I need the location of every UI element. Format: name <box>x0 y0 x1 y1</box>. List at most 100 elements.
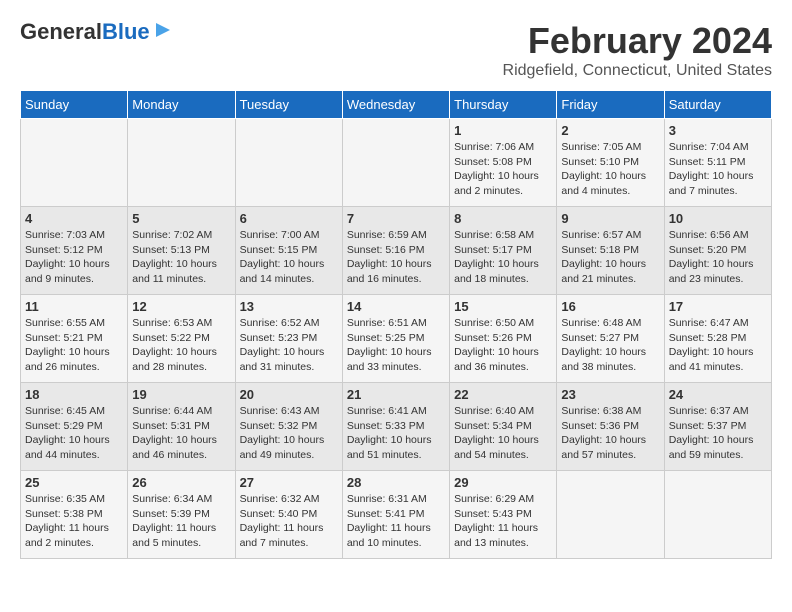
calendar-cell: 1 Sunrise: 7:06 AMSunset: 5:08 PMDaylight… <box>450 119 557 207</box>
calendar-cell: 21Sunrise: 6:41 AMSunset: 5:33 PMDayligh… <box>342 383 449 471</box>
day-info: Sunrise: 6:44 AMSunset: 5:31 PMDaylight:… <box>132 404 230 463</box>
day-info: Sunrise: 6:43 AMSunset: 5:32 PMDaylight:… <box>240 404 338 463</box>
day-info: Sunrise: 6:59 AMSunset: 5:16 PMDaylight:… <box>347 228 445 287</box>
calendar-cell: 29Sunrise: 6:29 AMSunset: 5:43 PMDayligh… <box>450 471 557 559</box>
header-cell-sunday: Sunday <box>21 91 128 119</box>
day-number: 10 <box>669 211 767 226</box>
day-number: 18 <box>25 387 123 402</box>
day-number: 7 <box>347 211 445 226</box>
calendar-cell: 23Sunrise: 6:38 AMSunset: 5:36 PMDayligh… <box>557 383 664 471</box>
day-info: Sunrise: 7:05 AMSunset: 5:10 PMDaylight:… <box>561 140 659 199</box>
day-info: Sunrise: 6:34 AMSunset: 5:39 PMDaylight:… <box>132 492 230 551</box>
calendar-cell <box>235 119 342 207</box>
day-info: Sunrise: 6:48 AMSunset: 5:27 PMDaylight:… <box>561 316 659 375</box>
calendar-table: SundayMondayTuesdayWednesdayThursdayFrid… <box>20 90 772 559</box>
month-title: February 2024 <box>503 20 772 62</box>
calendar-cell: 19 Sunrise: 6:44 AMSunset: 5:31 PMDayligh… <box>128 383 235 471</box>
title-block: February 2024 Ridgefield, Connecticut, U… <box>503 20 772 80</box>
day-number: 4 <box>25 211 123 226</box>
day-number: 12 <box>132 299 230 314</box>
day-number: 5 <box>132 211 230 226</box>
calendar-cell: 5 Sunrise: 7:02 AMSunset: 5:13 PMDaylight… <box>128 207 235 295</box>
day-info: Sunrise: 7:04 AMSunset: 5:11 PMDaylight:… <box>669 140 767 199</box>
calendar-cell <box>342 119 449 207</box>
day-number: 20 <box>240 387 338 402</box>
week-row-5: 25Sunrise: 6:35 AMSunset: 5:38 PMDayligh… <box>21 471 772 559</box>
calendar-cell: 11 Sunrise: 6:55 AMSunset: 5:21 PMDayligh… <box>21 295 128 383</box>
day-info: Sunrise: 6:35 AMSunset: 5:38 PMDaylight:… <box>25 492 123 551</box>
day-number: 17 <box>669 299 767 314</box>
calendar-cell <box>128 119 235 207</box>
calendar-cell: 4 Sunrise: 7:03 AMSunset: 5:12 PMDaylight… <box>21 207 128 295</box>
calendar-body: 1 Sunrise: 7:06 AMSunset: 5:08 PMDaylight… <box>21 119 772 559</box>
calendar-cell: 2 Sunrise: 7:05 AMSunset: 5:10 PMDaylight… <box>557 119 664 207</box>
day-number: 14 <box>347 299 445 314</box>
logo-arrow-icon <box>154 21 172 39</box>
calendar-cell: 9Sunrise: 6:57 AMSunset: 5:18 PMDaylight… <box>557 207 664 295</box>
logo-text: GeneralBlue <box>20 20 150 44</box>
day-number: 1 <box>454 123 552 138</box>
day-info: Sunrise: 6:32 AMSunset: 5:40 PMDaylight:… <box>240 492 338 551</box>
day-number: 19 <box>132 387 230 402</box>
day-info: Sunrise: 6:37 AMSunset: 5:37 PMDaylight:… <box>669 404 767 463</box>
day-number: 3 <box>669 123 767 138</box>
day-info: Sunrise: 6:29 AMSunset: 5:43 PMDaylight:… <box>454 492 552 551</box>
calendar-cell: 16 Sunrise: 6:48 AMSunset: 5:27 PMDayligh… <box>557 295 664 383</box>
day-number: 9 <box>561 211 659 226</box>
calendar-cell: 28 Sunrise: 6:31 AMSunset: 5:41 PMDayligh… <box>342 471 449 559</box>
week-row-4: 18 Sunrise: 6:45 AMSunset: 5:29 PMDayligh… <box>21 383 772 471</box>
calendar-cell: 3 Sunrise: 7:04 AMSunset: 5:11 PMDaylight… <box>664 119 771 207</box>
day-info: Sunrise: 6:58 AMSunset: 5:17 PMDaylight:… <box>454 228 552 287</box>
page-header: GeneralBlue February 2024 Ridgefield, Co… <box>20 20 772 80</box>
day-info: Sunrise: 7:00 AMSunset: 5:15 PMDaylight:… <box>240 228 338 287</box>
day-info: Sunrise: 6:53 AMSunset: 5:22 PMDaylight:… <box>132 316 230 375</box>
day-info: Sunrise: 6:45 AMSunset: 5:29 PMDaylight:… <box>25 404 123 463</box>
calendar-cell: 18 Sunrise: 6:45 AMSunset: 5:29 PMDayligh… <box>21 383 128 471</box>
header-cell-monday: Monday <box>128 91 235 119</box>
day-info: Sunrise: 6:50 AMSunset: 5:26 PMDaylight:… <box>454 316 552 375</box>
calendar-cell: 24 Sunrise: 6:37 AMSunset: 5:37 PMDayligh… <box>664 383 771 471</box>
day-info: Sunrise: 6:52 AMSunset: 5:23 PMDaylight:… <box>240 316 338 375</box>
calendar-cell: 6 Sunrise: 7:00 AMSunset: 5:15 PMDaylight… <box>235 207 342 295</box>
day-number: 22 <box>454 387 552 402</box>
header-cell-wednesday: Wednesday <box>342 91 449 119</box>
week-row-3: 11 Sunrise: 6:55 AMSunset: 5:21 PMDayligh… <box>21 295 772 383</box>
header-cell-tuesday: Tuesday <box>235 91 342 119</box>
day-number: 8 <box>454 211 552 226</box>
day-info: Sunrise: 7:02 AMSunset: 5:13 PMDaylight:… <box>132 228 230 287</box>
day-number: 2 <box>561 123 659 138</box>
day-number: 6 <box>240 211 338 226</box>
day-info: Sunrise: 6:55 AMSunset: 5:21 PMDaylight:… <box>25 316 123 375</box>
day-info: Sunrise: 7:06 AMSunset: 5:08 PMDaylight:… <box>454 140 552 199</box>
day-number: 16 <box>561 299 659 314</box>
day-number: 13 <box>240 299 338 314</box>
calendar-header: SundayMondayTuesdayWednesdayThursdayFrid… <box>21 91 772 119</box>
calendar-cell: 22 Sunrise: 6:40 AMSunset: 5:34 PMDayligh… <box>450 383 557 471</box>
day-number: 21 <box>347 387 445 402</box>
calendar-cell: 13 Sunrise: 6:52 AMSunset: 5:23 PMDayligh… <box>235 295 342 383</box>
calendar-cell: 12 Sunrise: 6:53 AMSunset: 5:22 PMDayligh… <box>128 295 235 383</box>
day-info: Sunrise: 6:47 AMSunset: 5:28 PMDaylight:… <box>669 316 767 375</box>
calendar-cell: 17 Sunrise: 6:47 AMSunset: 5:28 PMDayligh… <box>664 295 771 383</box>
header-cell-saturday: Saturday <box>664 91 771 119</box>
day-number: 26 <box>132 475 230 490</box>
calendar-cell: 26 Sunrise: 6:34 AMSunset: 5:39 PMDayligh… <box>128 471 235 559</box>
day-info: Sunrise: 6:31 AMSunset: 5:41 PMDaylight:… <box>347 492 445 551</box>
day-number: 24 <box>669 387 767 402</box>
header-row: SundayMondayTuesdayWednesdayThursdayFrid… <box>21 91 772 119</box>
day-info: Sunrise: 6:40 AMSunset: 5:34 PMDaylight:… <box>454 404 552 463</box>
day-number: 15 <box>454 299 552 314</box>
calendar-cell: 10Sunrise: 6:56 AMSunset: 5:20 PMDayligh… <box>664 207 771 295</box>
calendar-cell: 20 Sunrise: 6:43 AMSunset: 5:32 PMDayligh… <box>235 383 342 471</box>
calendar-cell: 8 Sunrise: 6:58 AMSunset: 5:17 PMDaylight… <box>450 207 557 295</box>
day-info: Sunrise: 6:51 AMSunset: 5:25 PMDaylight:… <box>347 316 445 375</box>
calendar-cell <box>557 471 664 559</box>
calendar-cell <box>21 119 128 207</box>
week-row-1: 1 Sunrise: 7:06 AMSunset: 5:08 PMDaylight… <box>21 119 772 207</box>
day-number: 11 <box>25 299 123 314</box>
week-row-2: 4 Sunrise: 7:03 AMSunset: 5:12 PMDaylight… <box>21 207 772 295</box>
day-info: Sunrise: 7:03 AMSunset: 5:12 PMDaylight:… <box>25 228 123 287</box>
day-number: 23 <box>561 387 659 402</box>
calendar-cell: 15 Sunrise: 6:50 AMSunset: 5:26 PMDayligh… <box>450 295 557 383</box>
day-number: 28 <box>347 475 445 490</box>
